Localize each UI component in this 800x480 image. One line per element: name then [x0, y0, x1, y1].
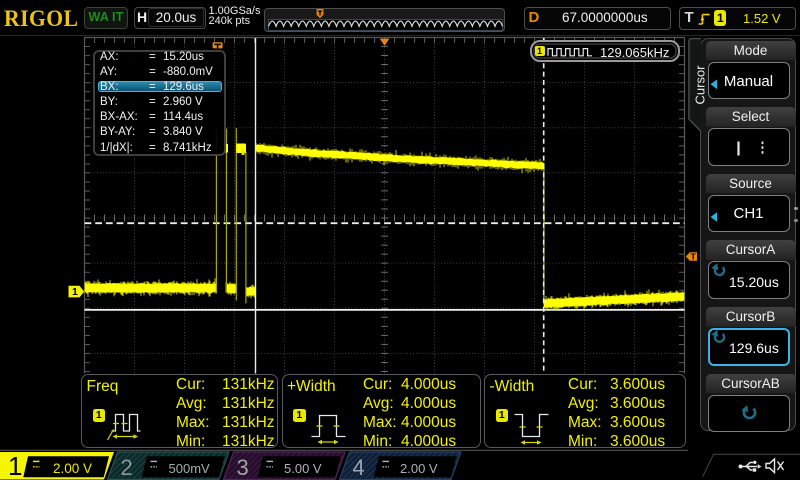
- svg-text:2.00 V: 2.00 V: [53, 461, 92, 476]
- svg-text:5.00 V: 5.00 V: [284, 461, 322, 476]
- svg-text:3: 3: [237, 455, 249, 480]
- svg-text:2.00 V: 2.00 V: [400, 461, 438, 476]
- svg-text:4: 4: [353, 455, 365, 480]
- svg-text:500mV: 500mV: [169, 461, 211, 476]
- svg-text:2: 2: [121, 455, 133, 480]
- svg-text:1: 1: [8, 451, 22, 480]
